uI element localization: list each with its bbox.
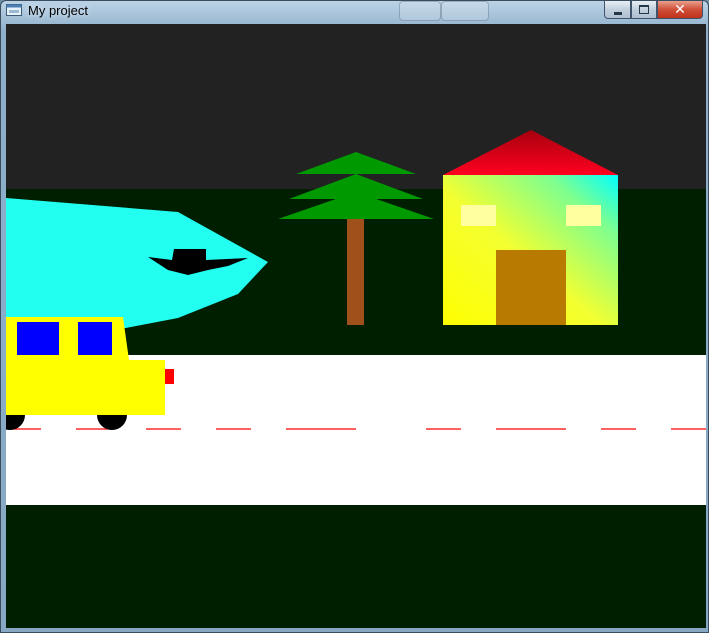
- car-window-front: [78, 322, 112, 355]
- car-headlight: [165, 369, 174, 384]
- minimize-icon: [613, 11, 622, 15]
- title-bar[interactable]: My project ✕: [1, 1, 708, 21]
- car-window-rear: [17, 322, 59, 355]
- house-window-right: [566, 205, 601, 226]
- scene-drawing: [6, 24, 706, 628]
- close-button[interactable]: ✕: [657, 1, 703, 19]
- maximize-button[interactable]: [631, 1, 657, 19]
- house-window-left: [461, 205, 496, 226]
- tree-trunk: [347, 219, 364, 325]
- background-window-button: [399, 1, 441, 21]
- house-door: [496, 250, 566, 325]
- window-title: My project: [28, 3, 88, 18]
- maximize-icon: [639, 5, 649, 14]
- canvas-area: [6, 24, 706, 628]
- close-icon: ✕: [674, 1, 686, 18]
- application-window: My project ✕: [0, 0, 709, 633]
- background-window-button: [441, 1, 489, 21]
- app-window-icon: [6, 4, 22, 16]
- minimize-button[interactable]: [604, 1, 631, 19]
